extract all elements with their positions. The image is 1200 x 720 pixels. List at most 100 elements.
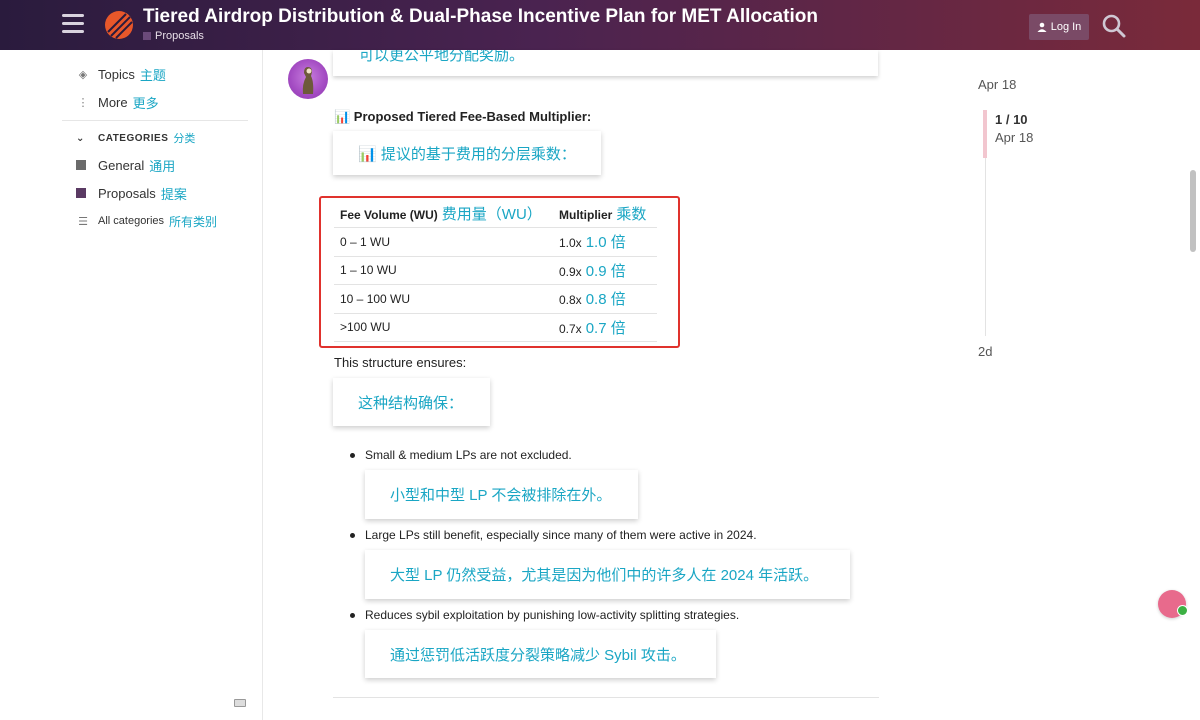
sidebar-item-all-categories[interactable]: ☰ All categories 所有类别 bbox=[62, 207, 262, 235]
column-header-translation: 乘数 bbox=[616, 205, 647, 223]
sidebar-item-label: All categories bbox=[98, 215, 165, 227]
table-row: 0 – 1 WU 1.0x 1.0 倍 bbox=[334, 227, 657, 257]
sidebar-item-label: General bbox=[98, 157, 145, 173]
multiplier-cell: 1.0x 1.0 倍 bbox=[553, 227, 657, 257]
fee-volume-cell: 10 – 100 WU bbox=[334, 284, 553, 314]
timeline-start-date[interactable]: Apr 18 bbox=[978, 77, 1016, 92]
bullet-dot bbox=[350, 612, 355, 618]
multiplier-value: 1.0x bbox=[559, 236, 582, 251]
user-icon bbox=[1037, 22, 1047, 32]
page-scrollbar[interactable] bbox=[1190, 170, 1196, 252]
translation-text: 可以更公平地分配奖励。 bbox=[359, 50, 525, 64]
fee-multiplier-table: Fee Volume (WU) 费用量（WU） Multiplier 乘数 0 – … bbox=[334, 199, 657, 342]
sidebar: ◈ Topics 主题 ⋮ More 更多 ⌄ CATEGORIES 分类 Ge… bbox=[62, 60, 262, 235]
translation-card: 这种结构确保： bbox=[333, 378, 490, 426]
list-item: Small & medium LPs are not excluded. bbox=[350, 448, 572, 462]
timeline-position: 1 / 10 bbox=[995, 112, 1028, 127]
structure-ensures-text: This structure ensures: bbox=[334, 355, 467, 370]
translator-float-icon[interactable] bbox=[1158, 590, 1188, 618]
list-item-text: Reduces sybil exploitation by punishing … bbox=[365, 608, 740, 622]
column-header-label: Fee Volume (WU) bbox=[340, 207, 438, 222]
multiplier-value: 0.8x bbox=[559, 293, 582, 308]
avatar-figure-icon bbox=[302, 67, 314, 94]
multiplier-translation: 0.8 倍 bbox=[585, 291, 626, 309]
list-icon: ☰ bbox=[78, 215, 88, 228]
multiplier-translation: 0.7 倍 bbox=[585, 319, 626, 337]
category-color-square bbox=[76, 188, 86, 198]
translation-text: 大型 LP 仍然受益，尤其是因为他们中的许多人在 2024 年活跃。 bbox=[390, 567, 819, 584]
sidebar-item-general[interactable]: General 通用 bbox=[62, 151, 262, 179]
table-header-row: Fee Volume (WU) 费用量（WU） Multiplier 乘数 bbox=[334, 199, 657, 228]
column-header-label: Multiplier bbox=[559, 207, 613, 222]
translation-card: 通过惩罚低活跃度分裂策略减少 Sybil 攻击。 bbox=[365, 630, 716, 678]
fee-volume-cell: >100 WU bbox=[334, 313, 553, 342]
category-color-square bbox=[143, 32, 151, 40]
search-icon[interactable] bbox=[1101, 13, 1127, 39]
translation-card: 大型 LP 仍然受益，尤其是因为他们中的许多人在 2024 年活跃。 bbox=[365, 550, 850, 599]
translation-text: 通过惩罚低活跃度分裂策略减少 Sybil 攻击。 bbox=[390, 646, 686, 664]
sidebar-item-translation: 更多 bbox=[132, 95, 159, 111]
list-item-text: Small & medium LPs are not excluded. bbox=[365, 448, 572, 462]
multiplier-translation: 0.9 倍 bbox=[585, 262, 626, 280]
login-label: Log In bbox=[1050, 21, 1082, 33]
sidebar-divider bbox=[62, 120, 248, 121]
sidebar-item-label: Topics bbox=[98, 66, 135, 82]
topic-title[interactable]: Tiered Airdrop Distribution & Dual-Phase… bbox=[143, 6, 818, 28]
layers-icon: ◈ bbox=[78, 68, 88, 81]
list-item: Reduces sybil exploitation by punishing … bbox=[350, 608, 739, 622]
sidebar-item-translation: 通用 bbox=[149, 158, 176, 174]
user-avatar[interactable] bbox=[288, 59, 328, 99]
topic-category-label: Proposals bbox=[155, 30, 204, 42]
multiplier-heading: 📊 Proposed Tiered Fee-Based Multiplier: bbox=[334, 109, 592, 124]
site-logo-icon[interactable] bbox=[104, 10, 134, 40]
multiplier-translation: 1.0 倍 bbox=[585, 234, 626, 252]
translation-text: 小型和中型 LP 不会被排除在外。 bbox=[390, 487, 612, 504]
keyboard-icon[interactable] bbox=[234, 699, 246, 707]
translation-text: 📊 提议的基于费用的分层乘数： bbox=[358, 145, 576, 163]
list-item: Large LPs still benefit, especially sinc… bbox=[350, 528, 757, 542]
site-header: Tiered Airdrop Distribution & Dual-Phase… bbox=[0, 0, 1200, 50]
chevron-down-icon: ⌄ bbox=[76, 132, 85, 144]
sidebar-item-label: Proposals bbox=[98, 185, 156, 201]
sidebar-item-translation: 提案 bbox=[160, 186, 187, 202]
translation-card: 小型和中型 LP 不会被排除在外。 bbox=[365, 470, 638, 519]
multiplier-cell: 0.9x 0.9 倍 bbox=[553, 256, 657, 285]
sidebar-item-translation: 主题 bbox=[139, 67, 166, 83]
topic-category-badge[interactable]: Proposals bbox=[143, 30, 818, 42]
table-row: 10 – 100 WU 0.8x 0.8 倍 bbox=[334, 284, 657, 314]
translation-card: 可以更公平地分配奖励。 bbox=[333, 50, 878, 76]
category-color-square bbox=[76, 160, 86, 170]
timeline-scroll-handle[interactable] bbox=[983, 110, 987, 158]
column-header-fee-volume: Fee Volume (WU) 费用量（WU） bbox=[334, 199, 553, 228]
timeline-position-date: Apr 18 bbox=[995, 130, 1034, 145]
hamburger-menu-icon[interactable] bbox=[62, 14, 84, 34]
multiplier-value: 0.7x bbox=[559, 321, 582, 336]
multiplier-value: 0.9x bbox=[559, 264, 582, 279]
multiplier-cell: 0.7x 0.7 倍 bbox=[553, 313, 657, 342]
sidebar-item-label: More bbox=[98, 94, 128, 110]
bullet-dot bbox=[350, 452, 355, 458]
table-row: >100 WU 0.7x 0.7 倍 bbox=[334, 313, 657, 342]
sidebar-item-proposals[interactable]: Proposals 提案 bbox=[62, 179, 262, 207]
sidebar-item-topics[interactable]: ◈ Topics 主题 bbox=[62, 60, 262, 88]
categories-heading-translation: 分类 bbox=[173, 133, 196, 145]
fee-volume-cell: 1 – 10 WU bbox=[334, 256, 553, 285]
translation-card: 📊 提议的基于费用的分层乘数： bbox=[333, 131, 601, 175]
fee-volume-cell: 0 – 1 WU bbox=[334, 227, 553, 257]
column-header-multiplier: Multiplier 乘数 bbox=[553, 199, 657, 228]
translation-text: 这种结构确保： bbox=[358, 394, 464, 412]
sidebar-item-translation: 所有类别 bbox=[169, 214, 218, 229]
column-header-translation: 费用量（WU） bbox=[441, 205, 542, 223]
timeline-end-date[interactable]: 2d bbox=[978, 344, 992, 359]
list-item-text: Large LPs still benefit, especially sinc… bbox=[365, 528, 757, 542]
table-row: 1 – 10 WU 0.9x 0.9 倍 bbox=[334, 256, 657, 285]
sidebar-categories-heading[interactable]: ⌄ CATEGORIES 分类 bbox=[62, 127, 262, 149]
topic-title-block: Tiered Airdrop Distribution & Dual-Phase… bbox=[143, 6, 818, 42]
categories-heading-label: CATEGORIES bbox=[98, 132, 169, 144]
multiplier-cell: 0.8x 0.8 倍 bbox=[553, 284, 657, 314]
sidebar-item-more[interactable]: ⋮ More 更多 bbox=[62, 88, 262, 116]
bullet-dot bbox=[350, 532, 355, 538]
vertical-ellipsis-icon: ⋮ bbox=[77, 96, 89, 109]
login-button[interactable]: Log In bbox=[1029, 14, 1089, 40]
sidebar-divider-line bbox=[262, 50, 263, 720]
